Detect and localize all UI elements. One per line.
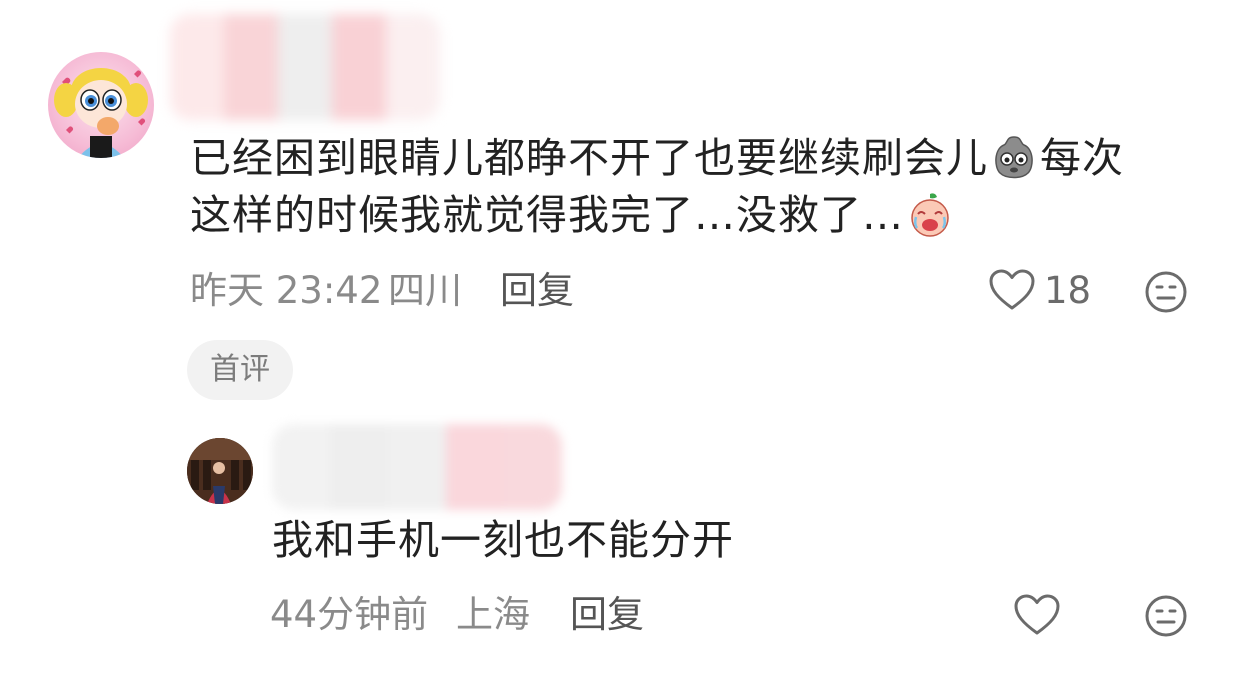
comment-text: 已经困到眼睛儿都睁不开了也要继续刷会儿 每次 这样的时候我就觉得我完了…没救了…	[190, 130, 1230, 244]
like-button[interactable]	[988, 268, 1036, 312]
reply-dislike-button[interactable]	[1144, 594, 1188, 638]
reply-button[interactable]: 回复	[500, 266, 574, 316]
reply-text: 我和手机一刻也不能分开	[272, 516, 734, 564]
reply-reply-button[interactable]: 回复	[570, 590, 644, 640]
replier-username-redacted[interactable]	[272, 424, 562, 510]
crying-face-sticker-icon	[906, 190, 954, 238]
dislike-button[interactable]	[1144, 270, 1188, 314]
comment-location: 四川	[388, 269, 462, 312]
meh-face-icon	[1145, 595, 1187, 637]
commenter-username-redacted[interactable]	[170, 14, 440, 120]
heart-outline-icon	[989, 269, 1035, 310]
first-comment-badge: 首评	[187, 340, 293, 400]
like-count: 18	[1044, 269, 1092, 312]
replier-avatar[interactable]	[187, 438, 253, 504]
comment-time: 昨天 23:42	[190, 269, 383, 312]
sleepy-face-sticker-icon	[990, 133, 1038, 181]
reply-time: 44分钟前	[270, 593, 429, 636]
photo-avatar-icon	[187, 438, 253, 504]
comment-text-line1-a: 已经困到眼睛儿都睁不开了也要继续刷会儿	[190, 134, 988, 182]
reply-like-button[interactable]	[1013, 593, 1061, 637]
heart-outline-icon	[1014, 594, 1060, 635]
comment-text-line2: 这样的时候我就觉得我完了…没救了…	[190, 191, 904, 239]
reply-location: 上海	[456, 593, 530, 636]
meh-face-icon	[1145, 271, 1187, 313]
commenter-avatar[interactable]	[48, 52, 154, 158]
cartoon-girl-avatar-icon	[54, 68, 148, 158]
comment-text-line1-b: 每次	[1040, 134, 1124, 182]
